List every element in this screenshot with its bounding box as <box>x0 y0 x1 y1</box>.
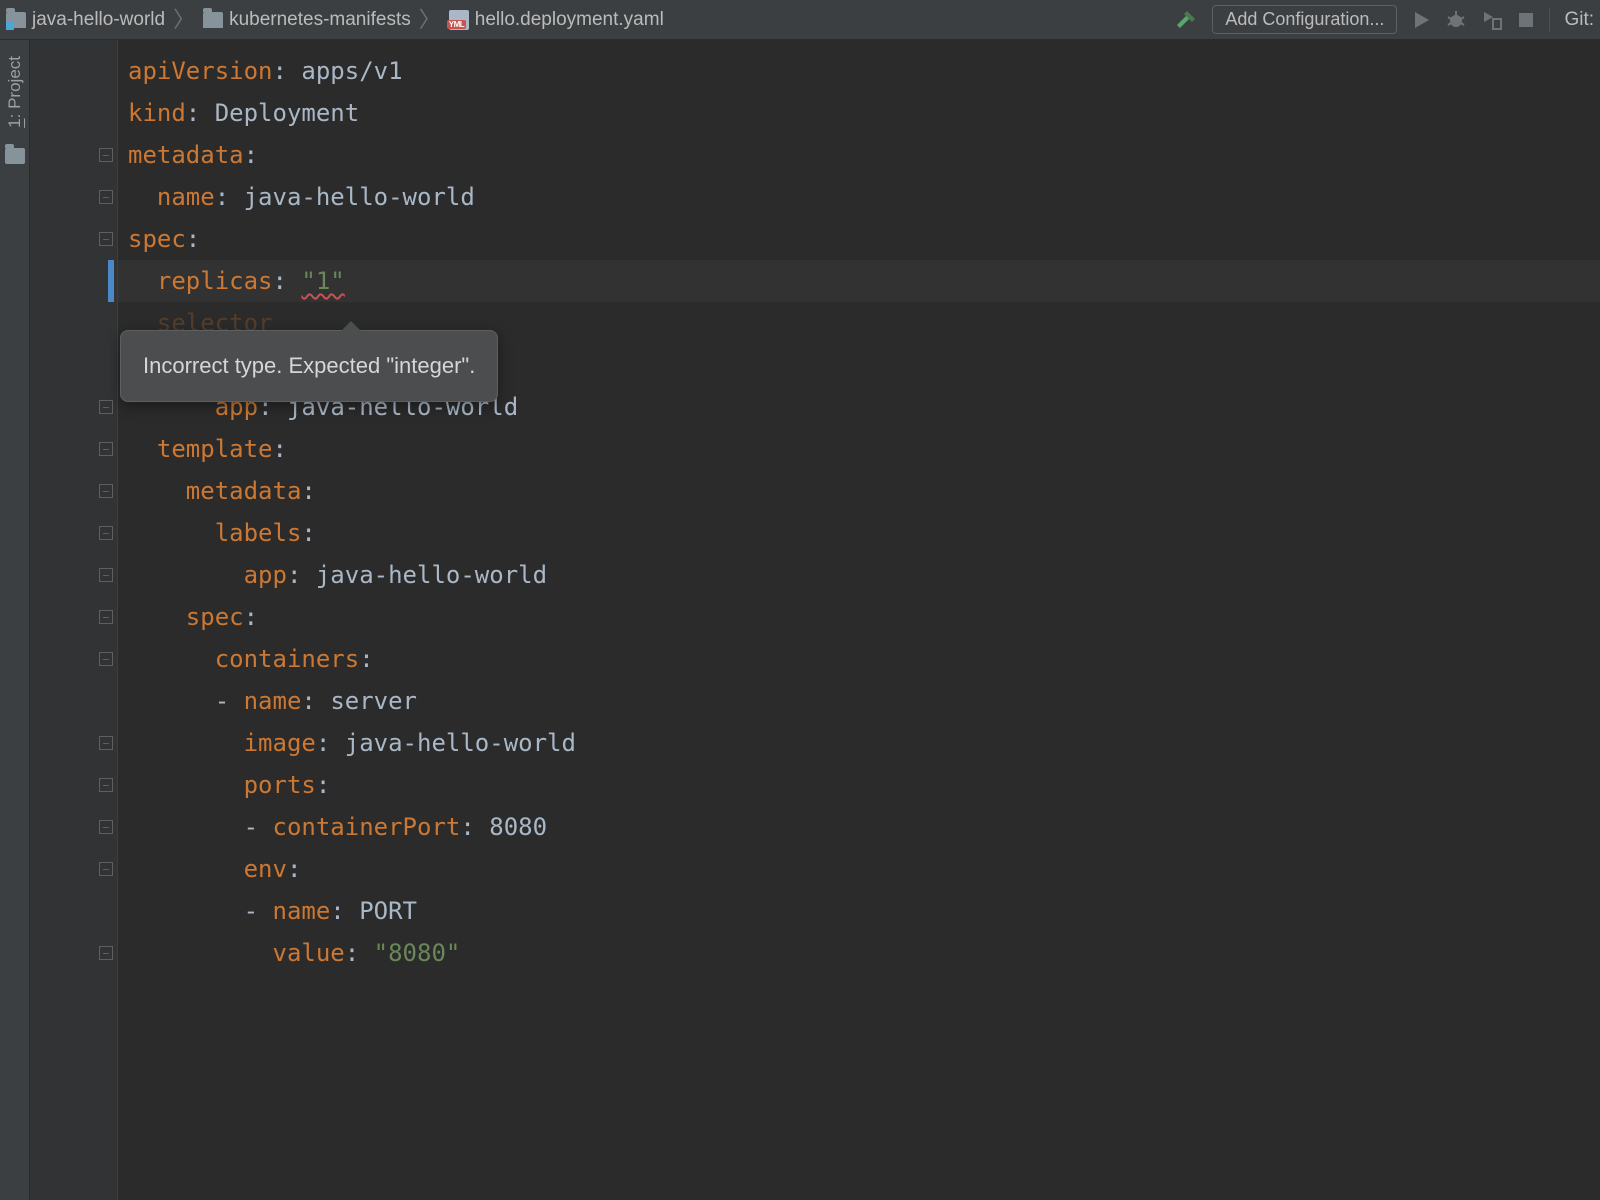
code-area[interactable]: apiVersion: apps/v1 kind: Deployment met… <box>118 40 1600 1200</box>
project-files-icon[interactable] <box>5 148 25 164</box>
yaml-key: apiVersion <box>128 57 273 85</box>
fold-handle-icon[interactable] <box>99 820 113 834</box>
yaml-value: apps/v1 <box>301 57 402 85</box>
breadcrumb-file[interactable]: hello.deployment.yaml <box>449 9 664 31</box>
fold-handle-icon[interactable] <box>99 232 113 246</box>
chevron-right-icon: 〉 <box>173 9 195 31</box>
run-icon[interactable] <box>1411 10 1431 30</box>
breadcrumb: java-hello-world 〉 kubernetes-manifests … <box>6 9 1174 31</box>
breadcrumb-folder-label: kubernetes-manifests <box>229 9 411 31</box>
yaml-value: java-hello-world <box>316 561 547 589</box>
breadcrumb-file-label: hello.deployment.yaml <box>475 9 664 31</box>
yaml-key: replicas <box>157 267 273 295</box>
stop-icon[interactable] <box>1517 11 1535 29</box>
fold-handle-icon[interactable] <box>99 778 113 792</box>
git-label[interactable]: Git: <box>1564 9 1594 31</box>
breadcrumb-project-label: java-hello-world <box>32 9 165 31</box>
project-tool-tab-label: 1: Project <box>5 56 25 128</box>
fold-handle-icon[interactable] <box>99 946 113 960</box>
yaml-key: name <box>273 897 331 925</box>
left-tool-strip: 1: Project <box>0 40 30 1200</box>
fold-handle-icon[interactable] <box>99 568 113 582</box>
yaml-value: java-hello-world <box>345 729 576 757</box>
yaml-key: metadata <box>128 141 244 169</box>
yaml-value: 8080 <box>489 813 547 841</box>
toolbar-right: Add Configuration... Git: <box>1174 5 1594 34</box>
fold-handle-icon[interactable] <box>99 610 113 624</box>
fold-handle-icon[interactable] <box>99 862 113 876</box>
fold-handle-icon[interactable] <box>99 526 113 540</box>
yaml-key: app <box>244 561 287 589</box>
fold-handle-icon[interactable] <box>99 652 113 666</box>
chevron-right-icon: 〉 <box>419 9 441 31</box>
editor-gutter[interactable] <box>30 40 118 1200</box>
top-toolbar: java-hello-world 〉 kubernetes-manifests … <box>0 0 1600 40</box>
yaml-key: template <box>157 435 273 463</box>
yaml-error-value: "1" <box>301 267 344 295</box>
add-configuration-button[interactable]: Add Configuration... <box>1212 5 1397 34</box>
yaml-key: env <box>244 855 287 883</box>
project-tool-tab[interactable]: 1: Project <box>5 50 25 134</box>
yaml-key: spec <box>186 603 244 631</box>
yaml-value: java-hello-world <box>244 183 475 211</box>
debug-icon[interactable] <box>1445 9 1467 31</box>
yaml-value: "8080" <box>374 939 461 967</box>
yaml-key: name <box>157 183 215 211</box>
yaml-key: spec <box>128 225 186 253</box>
breadcrumb-folder[interactable]: kubernetes-manifests <box>203 9 411 31</box>
fold-handle-icon[interactable] <box>99 148 113 162</box>
breadcrumb-project[interactable]: java-hello-world <box>6 9 165 31</box>
code-editor[interactable]: apiVersion: apps/v1 kind: Deployment met… <box>30 40 1600 1200</box>
build-hammer-icon[interactable] <box>1174 8 1198 32</box>
yaml-key: ports <box>244 771 316 799</box>
fold-handle-icon[interactable] <box>99 484 113 498</box>
yaml-key: containerPort <box>273 813 461 841</box>
yaml-key: labels <box>215 519 302 547</box>
yaml-key: metadata <box>186 477 302 505</box>
yaml-value: server <box>330 687 417 715</box>
yaml-key: name <box>244 687 302 715</box>
yaml-key: kind <box>128 99 186 127</box>
fold-handle-icon[interactable] <box>99 400 113 414</box>
folder-icon <box>203 12 223 28</box>
module-folder-icon <box>6 12 26 28</box>
fold-handle-icon[interactable] <box>99 190 113 204</box>
yaml-value: PORT <box>359 897 417 925</box>
yaml-key: containers <box>215 645 360 673</box>
toolbar-separator <box>1549 8 1550 32</box>
yaml-value: Deployment <box>215 99 360 127</box>
run-with-coverage-icon[interactable] <box>1481 9 1503 31</box>
yaml-file-icon <box>449 10 469 30</box>
highlighted-line[interactable]: replicas: "1" <box>118 260 1600 302</box>
error-tooltip: Incorrect type. Expected "integer". <box>120 330 498 402</box>
yaml-key: image <box>244 729 316 757</box>
fold-handle-icon[interactable] <box>99 736 113 750</box>
fold-handle-icon[interactable] <box>99 442 113 456</box>
yaml-key: value <box>273 939 345 967</box>
error-tooltip-text: Incorrect type. Expected "integer". <box>143 353 475 378</box>
